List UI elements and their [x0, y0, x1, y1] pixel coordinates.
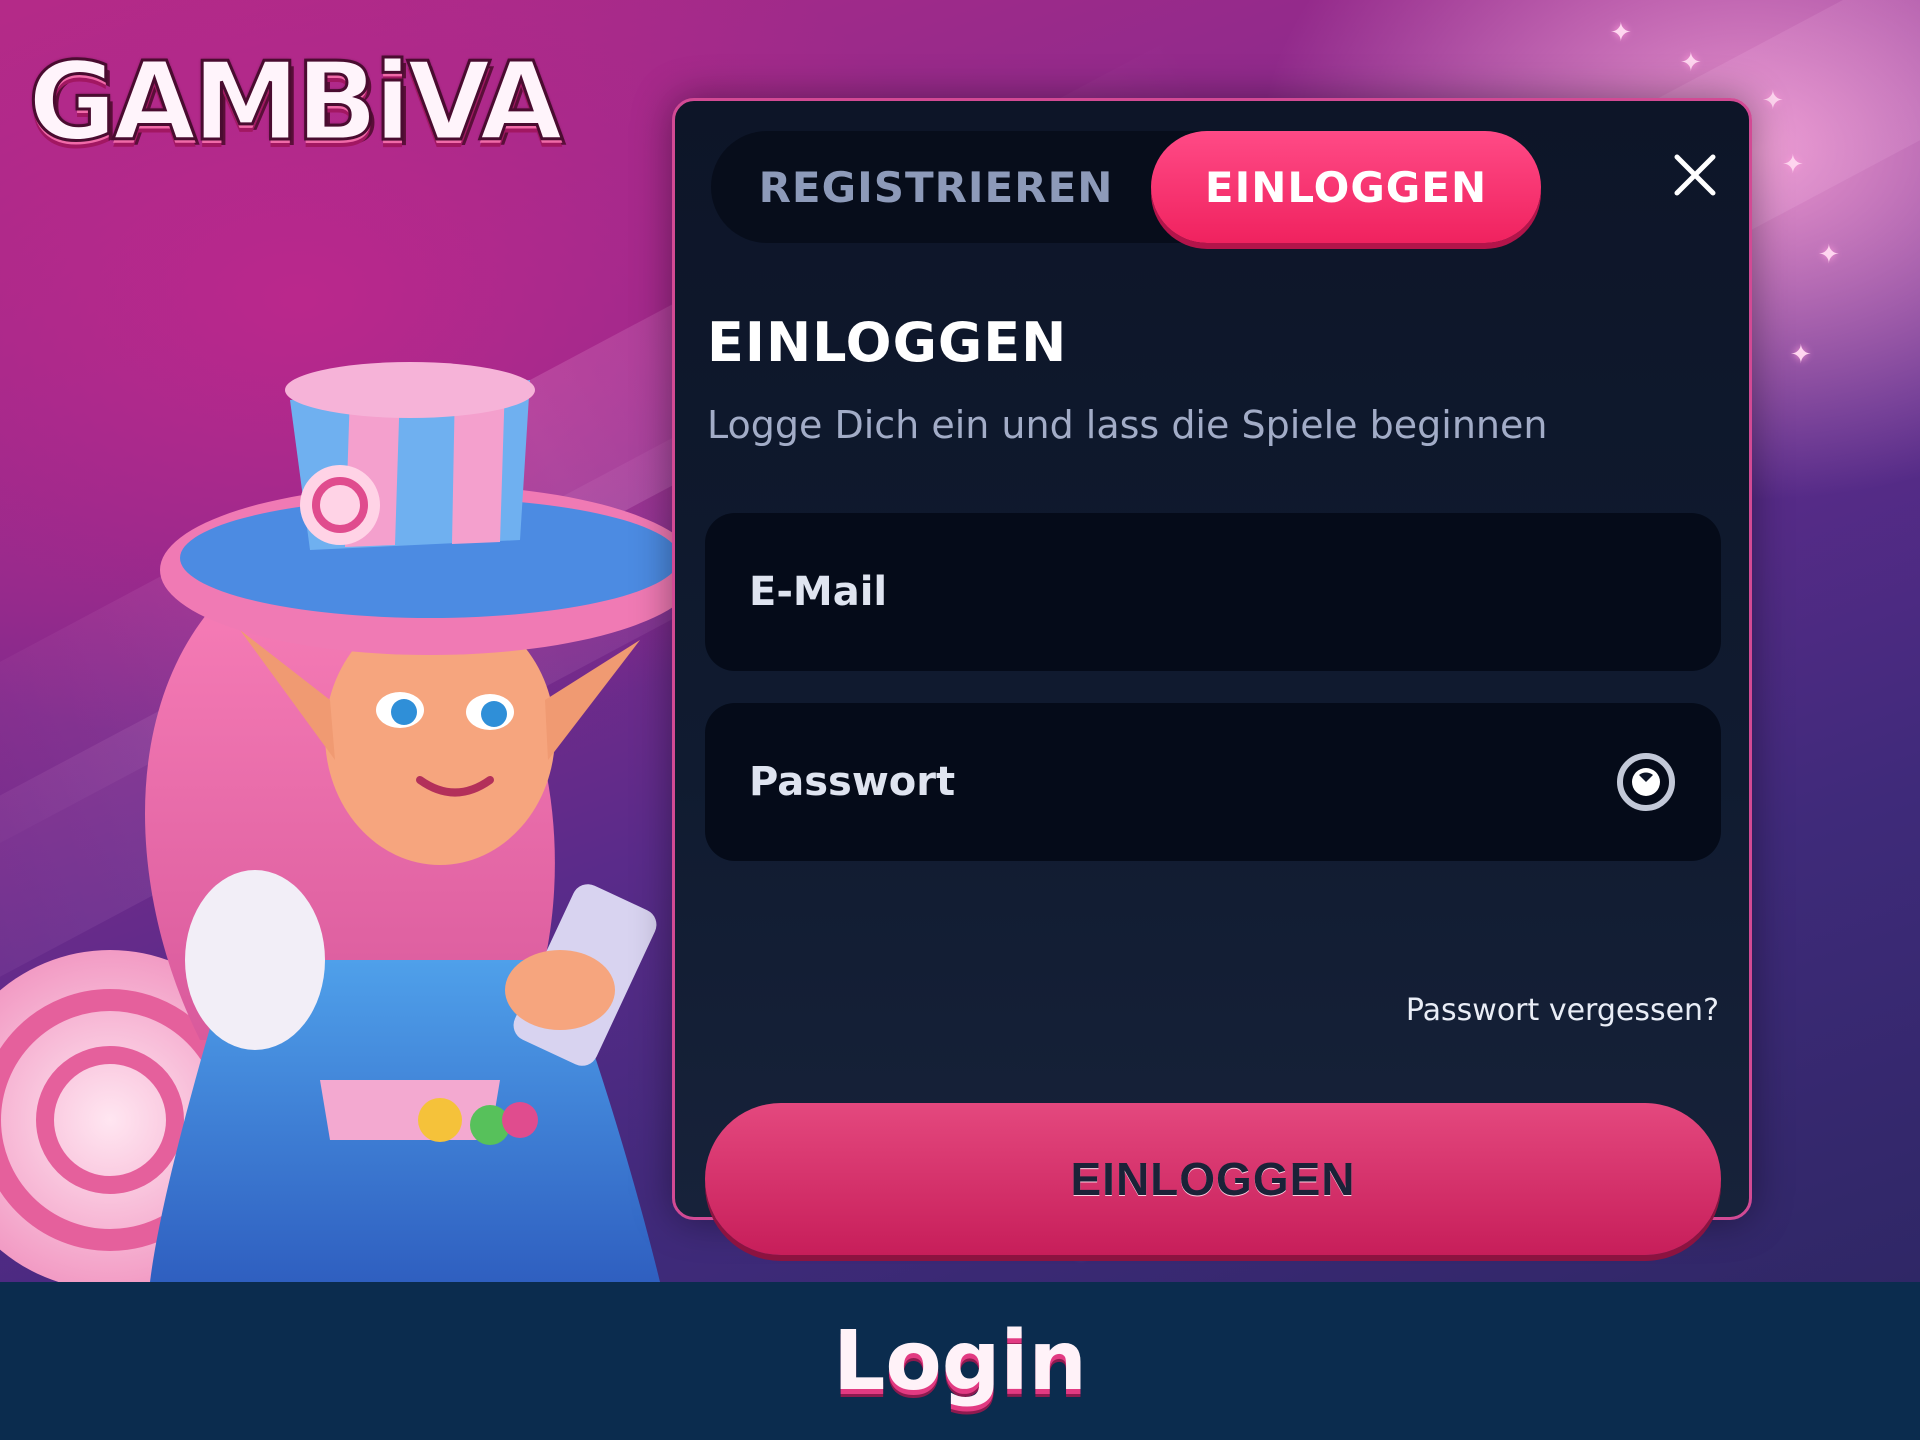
- email-input[interactable]: [705, 513, 1721, 671]
- sparkle-icon: ✦: [1818, 240, 1840, 270]
- form-title: EINLOGGEN: [707, 311, 1068, 374]
- login-modal: REGISTRIEREN EINLOGGEN EINLOGGEN Logge D…: [672, 98, 1752, 1255]
- background-scene: ✦ ✦ ✦ ✦ ✦ ✦ ✦ ✦ GAMBiVA: [0, 0, 1920, 1282]
- password-field: [705, 703, 1721, 861]
- elf-character-illustration: [0, 362, 700, 1282]
- close-icon: [1674, 154, 1716, 196]
- sparkle-icon: ✦: [1680, 48, 1702, 78]
- sparkle-icon: ✦: [1610, 18, 1632, 48]
- login-submit-button[interactable]: EINLOGGEN: [705, 1103, 1721, 1255]
- sparkle-icon: ✦: [1762, 86, 1784, 116]
- sparkle-icon: ✦: [1790, 340, 1812, 370]
- logo-wordmark: GAMBiVA: [27, 39, 565, 167]
- brand-logo[interactable]: GAMBiVA: [27, 38, 565, 168]
- caption-title: Login: [833, 1313, 1087, 1409]
- show-password-toggle[interactable]: [1615, 752, 1677, 812]
- sparkle-icon: ✦: [1782, 150, 1804, 180]
- forgot-password-link[interactable]: Passwort vergessen?: [1406, 993, 1719, 1028]
- caption-band: Login: [0, 1282, 1920, 1440]
- form-subtitle: Logge Dich ein und lass die Spiele begin…: [707, 403, 1548, 447]
- close-button[interactable]: [1665, 145, 1725, 205]
- email-field: [705, 513, 1721, 671]
- auth-tabs: REGISTRIEREN EINLOGGEN: [711, 131, 1541, 243]
- tab-register[interactable]: REGISTRIEREN: [711, 131, 1161, 243]
- eye-icon: [1617, 753, 1675, 811]
- tab-login[interactable]: EINLOGGEN: [1151, 131, 1541, 243]
- password-input[interactable]: [705, 703, 1721, 861]
